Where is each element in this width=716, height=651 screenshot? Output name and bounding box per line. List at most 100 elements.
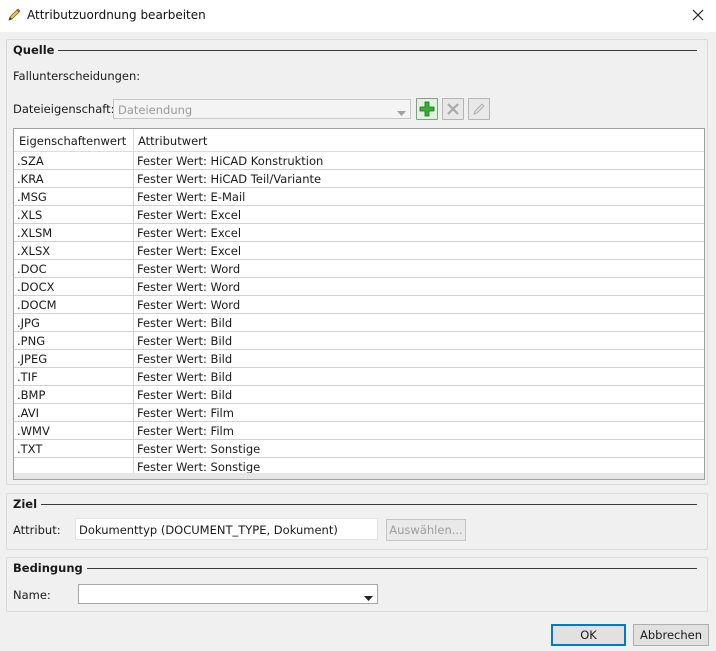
cell-property-value: .JPEG <box>17 352 48 366</box>
select-button[interactable]: Auswählen... <box>386 519 466 541</box>
column-divider <box>133 206 134 224</box>
title-bar: Attributzuordnung bearbeiten <box>0 0 716 32</box>
column-divider <box>133 152 134 170</box>
table-row[interactable]: .DOCM Fester Wert: Word <box>14 296 704 314</box>
window-title: Attributzuordnung bearbeiten <box>27 8 206 22</box>
pencil-icon <box>6 7 22 23</box>
table-row[interactable]: .JPEG Fester Wert: Bild <box>14 350 704 368</box>
column-divider <box>133 129 134 152</box>
add-button[interactable] <box>416 98 438 120</box>
plus-icon <box>419 101 435 117</box>
file-property-select[interactable]: Dateiendung <box>113 99 411 119</box>
cell-property-value: .DOC <box>17 262 47 276</box>
cell-attribute-value: Fester Wert: Word <box>137 262 241 276</box>
attribute-label: Attribut: <box>13 523 61 537</box>
table-row[interactable]: .SZA Fester Wert: HiCAD Konstruktion <box>14 152 704 170</box>
condition-group: Bedingung Name: <box>6 557 708 612</box>
cell-attribute-value: Fester Wert: Bild <box>137 370 233 384</box>
cell-property-value: .AVI <box>17 406 40 420</box>
target-group: Ziel Attribut: Dokumenttyp (DOCUMENT_TYP… <box>6 493 708 550</box>
column-divider <box>133 440 134 458</box>
cell-attribute-value: Fester Wert: Bild <box>137 316 233 330</box>
table-rows: .SZA Fester Wert: HiCAD Konstruktion .KRA F… <box>14 152 704 476</box>
cell-attribute-value: Fester Wert: E-Mail <box>137 190 246 204</box>
cell-property-value: .TIF <box>17 370 38 384</box>
cell-attribute-value: Fester Wert: Excel <box>137 226 242 240</box>
cell-property-value: .SZA <box>17 154 44 168</box>
table-header: Eigenschaftenwert Attributwert <box>14 129 704 152</box>
cell-attribute-value: Fester Wert: Sonstige <box>137 442 261 456</box>
cell-attribute-value: Fester Wert: Sonstige <box>137 460 261 474</box>
dialog-body: Quelle Fallunterscheidungen: Dateieigens… <box>0 32 716 651</box>
cell-property-value: .MSG <box>17 190 47 204</box>
source-group: Quelle Fallunterscheidungen: Dateieigens… <box>6 39 708 485</box>
table-row[interactable]: .BMP Fester Wert: Bild <box>14 386 704 404</box>
table-row[interactable]: .JPG Fester Wert: Bild <box>14 314 704 332</box>
cell-property-value: .PNG <box>17 334 46 348</box>
column-divider <box>133 242 134 260</box>
cell-property-value: .BMP <box>17 388 46 402</box>
table-row[interactable]: .XLSM Fester Wert: Excel <box>14 224 704 242</box>
target-group-title: Ziel <box>13 497 42 511</box>
cell-attribute-value: Fester Wert: Word <box>137 280 241 294</box>
chevron-down-icon <box>397 106 406 120</box>
group-divider <box>15 568 697 569</box>
table-row[interactable]: .KRA Fester Wert: HiCAD Teil/Variante <box>14 170 704 188</box>
cell-attribute-value: Fester Wert: Film <box>137 406 234 420</box>
group-divider <box>15 50 697 51</box>
cell-attribute-value: Fester Wert: HiCAD Konstruktion <box>137 154 324 168</box>
cell-attribute-value: Fester Wert: Excel <box>137 208 242 222</box>
cell-property-value: .XLS <box>17 208 43 222</box>
case-distinction-label: Fallunterscheidungen: <box>13 69 141 83</box>
cell-property-value: .TXT <box>17 442 43 456</box>
column-divider <box>133 422 134 440</box>
table-row[interactable]: .AVI Fester Wert: Film <box>14 404 704 422</box>
column-divider <box>133 332 134 350</box>
horizontal-scrollbar[interactable] <box>14 473 704 479</box>
cell-attribute-value: Fester Wert: HiCAD Teil/Variante <box>137 172 322 186</box>
attribute-field[interactable]: Dokumenttyp (DOCUMENT_TYPE, Dokument) <box>75 518 378 540</box>
table-row[interactable]: .XLS Fester Wert: Excel <box>14 206 704 224</box>
column-header-property-value[interactable]: Eigenschaftenwert <box>19 134 126 148</box>
source-group-title: Quelle <box>13 43 59 57</box>
table-row[interactable]: .PNG Fester Wert: Bild <box>14 332 704 350</box>
cell-property-value: .WMV <box>17 424 50 438</box>
table-row[interactable]: .DOCX Fester Wert: Word <box>14 278 704 296</box>
mapping-table[interactable]: Eigenschaftenwert Attributwert .SZA Feste… <box>13 128 705 480</box>
column-divider <box>133 278 134 296</box>
column-header-attribute-value[interactable]: Attributwert <box>138 134 207 148</box>
table-row[interactable]: .TIF Fester Wert: Bild <box>14 368 704 386</box>
pencil-icon <box>473 103 485 115</box>
table-row[interactable]: .TXT Fester Wert: Sonstige <box>14 440 704 458</box>
delete-button[interactable] <box>442 98 464 120</box>
table-row[interactable]: .WMV Fester Wert: Film <box>14 422 704 440</box>
name-label: Name: <box>13 588 51 602</box>
cell-attribute-value: Fester Wert: Bild <box>137 334 233 348</box>
attribute-value: Dokumenttyp (DOCUMENT_TYPE, Dokument) <box>79 523 338 537</box>
column-divider <box>133 386 134 404</box>
chevron-down-icon <box>364 591 373 605</box>
cell-property-value: .KRA <box>17 172 44 186</box>
ok-button[interactable]: OK <box>551 624 626 646</box>
column-divider <box>133 170 134 188</box>
cancel-button[interactable]: Abbrechen <box>633 624 709 646</box>
column-divider <box>133 296 134 314</box>
file-property-label: Dateieigenschaft: <box>13 102 115 116</box>
column-divider <box>133 314 134 332</box>
close-icon <box>692 9 704 21</box>
column-divider <box>133 404 134 422</box>
file-property-value: Dateiendung <box>118 103 193 117</box>
edit-button[interactable] <box>468 98 490 120</box>
close-button[interactable] <box>688 5 708 25</box>
name-select[interactable] <box>78 584 378 604</box>
cell-attribute-value: Fester Wert: Word <box>137 298 241 312</box>
condition-group-title: Bedingung <box>13 561 87 575</box>
cell-attribute-value: Fester Wert: Excel <box>137 244 242 258</box>
cell-property-value: .DOCX <box>17 280 55 294</box>
table-row[interactable]: .XLSX Fester Wert: Excel <box>14 242 704 260</box>
table-row[interactable]: .MSG Fester Wert: E-Mail <box>14 188 704 206</box>
column-divider <box>133 260 134 278</box>
table-row[interactable]: .DOC Fester Wert: Word <box>14 260 704 278</box>
column-divider <box>133 224 134 242</box>
column-divider <box>133 368 134 386</box>
